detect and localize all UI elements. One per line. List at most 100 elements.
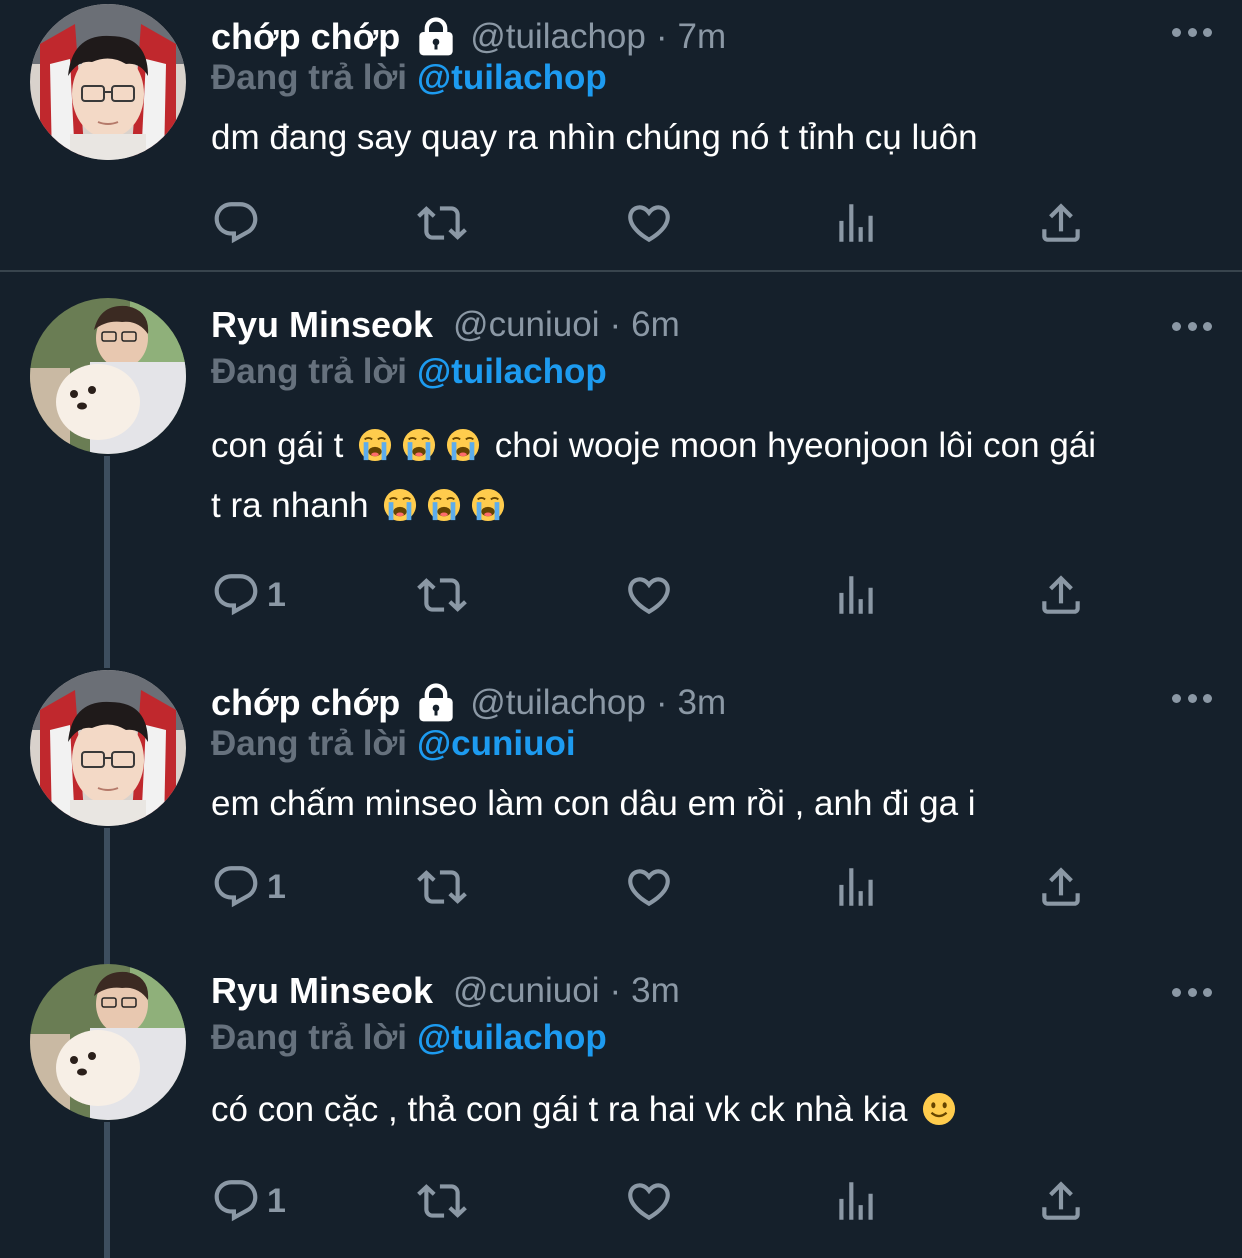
loudly-crying-face-emoji [427,488,461,522]
timestamp[interactable]: 3m [631,971,680,1011]
more-icon [1172,693,1181,703]
retweet-button[interactable] [417,570,467,620]
views-button[interactable] [831,198,881,248]
tweet-text: con gái t choi wooje moon hyeonjoon lôi … [211,426,1097,525]
more-button[interactable] [1172,320,1212,332]
reply-count: 1 [267,1181,286,1220]
share-button[interactable] [1036,1176,1086,1226]
mention-link[interactable]: @tuilachop [417,352,607,391]
tweet[interactable]: chớp chớp @tuilachop · 3m Đang trả lời @c… [0,664,1242,954]
share-icon [1036,198,1086,248]
timestamp[interactable]: 6m [631,305,680,345]
reply-icon [211,198,261,248]
views-button[interactable] [831,1176,881,1226]
tweet[interactable]: Ryu Minseok @cuniuoi · 6m Đang trả lời @t… [0,272,1242,664]
display-name[interactable]: Ryu Minseok [211,970,433,1012]
mention-link[interactable]: @tuilachop [417,58,607,97]
reply-count: 1 [267,867,286,906]
retweet-icon [417,198,467,248]
avatar[interactable] [30,670,186,826]
replying-to: Đang trả lời @cuniuoi [211,724,576,763]
like-button[interactable] [624,570,674,620]
retweet-button[interactable] [417,198,467,248]
action-bar [211,198,1091,248]
tweet-header: chớp chớp @tuilachop · 3m [211,680,726,726]
loudly-crying-face-emoji [402,428,436,462]
separator: · [655,683,668,722]
display-name[interactable]: chớp chớp [211,682,400,724]
share-icon [1036,570,1086,620]
replying-to: Đang trả lời @tuilachop [211,352,607,391]
timestamp[interactable]: 3m [678,683,727,723]
separator: · [609,305,622,344]
retweet-icon [417,570,467,620]
avatar[interactable] [30,4,186,160]
more-button[interactable] [1172,26,1212,38]
like-button[interactable] [624,862,674,912]
retweet-button[interactable] [417,862,467,912]
views-icon [831,1176,881,1226]
more-button[interactable] [1172,692,1212,704]
reply-icon [211,1176,261,1226]
share-icon [1036,862,1086,912]
heart-icon [624,198,674,248]
mention-link[interactable]: @tuilachop [417,1018,607,1057]
share-button[interactable] [1036,198,1086,248]
tweet[interactable]: Ryu Minseok @cuniuoi · 3m Đang trả lời @t… [0,954,1242,1258]
username[interactable]: @tuilachop [470,683,646,723]
slightly-smiling-face-emoji [922,1092,956,1126]
more-icon [1172,321,1181,331]
loudly-crying-face-emoji [383,488,417,522]
heart-icon [624,570,674,620]
username[interactable]: @cuniuoi [453,305,599,345]
like-button[interactable] [624,198,674,248]
tweet[interactable]: chớp chớp @tuilachop · 7m Đang trả lời @t… [0,0,1242,272]
share-button[interactable] [1036,570,1086,620]
tweet-header: chớp chớp @tuilachop · 7m [211,14,726,60]
action-bar: 1 [211,570,1091,620]
loudly-crying-face-emoji [358,428,392,462]
timestamp[interactable]: 7m [678,17,727,57]
action-bar: 1 [211,1176,1091,1226]
loudly-crying-face-emoji [471,488,505,522]
reply-icon [211,570,261,620]
heart-icon [624,862,674,912]
retweet-button[interactable] [417,1176,467,1226]
reply-button[interactable]: 1 [211,1176,286,1226]
tweet-header: Ryu Minseok @cuniuoi · 6m [211,302,680,348]
views-button[interactable] [831,570,881,620]
views-button[interactable] [831,862,881,912]
username[interactable]: @cuniuoi [453,971,599,1011]
share-button[interactable] [1036,862,1086,912]
replying-to: Đang trả lời @tuilachop [211,58,607,97]
reply-icon [211,862,261,912]
like-button[interactable] [624,1176,674,1226]
avatar[interactable] [30,964,186,1120]
lock-icon [416,17,456,57]
tweet-text: dm đang say quay ra nhìn chúng nó t tỉnh… [211,118,978,157]
display-name[interactable]: Ryu Minseok [211,304,433,346]
replying-to: Đang trả lời @tuilachop [211,1018,607,1057]
tweet-text: em chấm minseo làm con dâu em rồi , anh … [211,784,976,823]
avatar[interactable] [30,298,186,454]
tweet-header: Ryu Minseok @cuniuoi · 3m [211,968,680,1014]
mention-link[interactable]: @cuniuoi [417,724,576,763]
tweet-text: có con cặc , thả con gái t ra hai vk ck … [211,1080,1211,1140]
loudly-crying-face-emoji [446,428,480,462]
heart-icon [624,1176,674,1226]
views-icon [831,198,881,248]
reply-button[interactable]: 1 [211,570,286,620]
lock-icon [416,683,456,723]
views-icon [831,570,881,620]
reply-button[interactable] [211,198,267,248]
reply-button[interactable]: 1 [211,862,286,912]
more-button[interactable] [1172,986,1212,998]
action-bar: 1 [211,862,1091,912]
separator: · [655,17,668,56]
more-icon [1172,987,1181,997]
share-icon [1036,1176,1086,1226]
reply-count: 1 [267,575,286,614]
display-name[interactable]: chớp chớp [211,16,400,58]
retweet-icon [417,862,467,912]
username[interactable]: @tuilachop [470,17,646,57]
